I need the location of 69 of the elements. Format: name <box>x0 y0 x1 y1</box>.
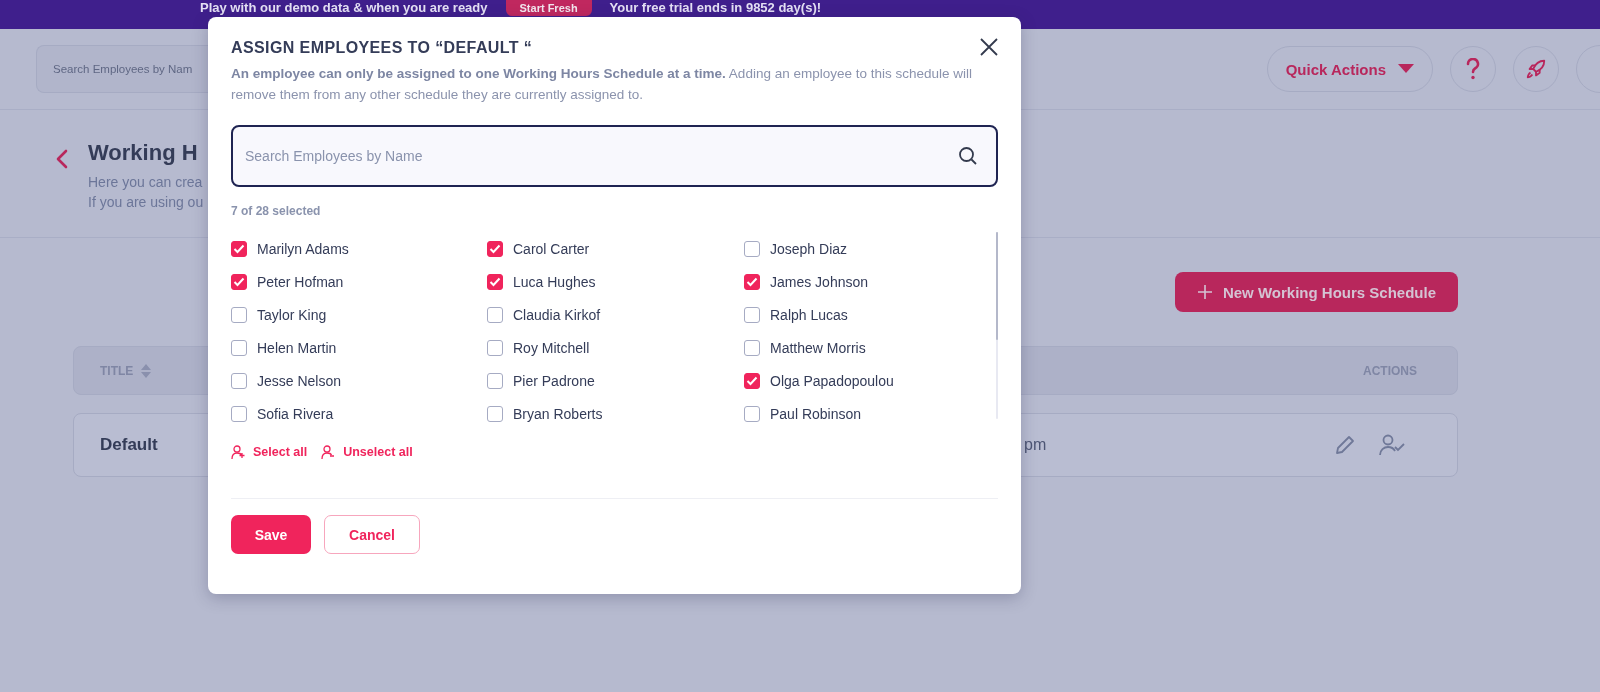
checkbox[interactable] <box>487 306 503 323</box>
employee-name: Jesse Nelson <box>257 372 342 389</box>
rocket-button[interactable] <box>1513 46 1559 92</box>
caret-icon <box>1398 64 1414 74</box>
page-description: Here you can crea <box>88 173 204 192</box>
user-check-icon[interactable] <box>1379 433 1405 457</box>
modal-note: An employee can only be assigned to one Working Hours Schedule at a time. Adding an employee to this schedule will remove them from any other schedule they are currently assigned to. <box>231 65 973 104</box>
employee-name: Roy Mitchell <box>513 339 590 356</box>
close-icon[interactable] <box>980 38 998 56</box>
modal-title: ASSIGN EMPLOYEES TO “DEFAULT “ <box>231 38 533 57</box>
employee-name: Peter Hofman <box>257 273 344 290</box>
banner-text: Play with our demo data & when you are ready <box>200 0 488 16</box>
start-fresh-button[interactable]: Start Fresh <box>505 0 592 16</box>
search-icon <box>958 146 978 166</box>
checkbox[interactable] <box>744 372 760 389</box>
checkbox[interactable] <box>231 240 247 257</box>
checkbox[interactable] <box>231 306 247 323</box>
back-icon[interactable] <box>56 149 68 169</box>
page-description: If you are using ou <box>88 193 204 212</box>
question-mark-icon <box>1466 58 1480 80</box>
checkbox[interactable] <box>487 372 503 389</box>
employee-name: James Johnson <box>770 273 869 290</box>
checkbox[interactable] <box>487 405 503 422</box>
rocket-icon <box>1525 58 1547 80</box>
unselect-all-link[interactable]: Unselect all <box>321 444 413 460</box>
employee-name: Paul Robinson <box>770 405 862 422</box>
table-cell: Default <box>100 435 158 455</box>
selected-count: 7 of 28 selected <box>231 204 322 218</box>
checkbox[interactable] <box>487 273 503 290</box>
employee-name: Carol Carter <box>513 240 590 257</box>
save-button[interactable]: Save <box>231 515 311 554</box>
employee-name: Luca Hughes <box>513 273 596 290</box>
employee-name: Pier Padrone <box>513 372 595 389</box>
help-button[interactable] <box>1450 46 1496 92</box>
page-title: Working H <box>88 140 199 166</box>
employee-name: Bryan Roberts <box>513 405 603 422</box>
checkbox[interactable] <box>231 273 247 290</box>
checkbox[interactable] <box>487 339 503 356</box>
checkbox[interactable] <box>744 405 760 422</box>
employee-name: Olga Papadopoulou <box>770 372 894 389</box>
checkbox[interactable] <box>231 405 247 422</box>
employee-name: Marilyn Adams <box>257 240 349 257</box>
checkbox[interactable] <box>744 240 760 257</box>
employee-name: Joseph Diaz <box>770 240 848 257</box>
trial-text: Your free trial ends in 9852 day(s)! <box>609 0 822 16</box>
checkbox[interactable] <box>231 339 247 356</box>
employee-name: Claudia Kirkof <box>513 306 601 323</box>
cancel-button[interactable]: Cancel <box>324 515 420 554</box>
scrollbar[interactable] <box>996 232 998 419</box>
user-plus-icon <box>231 444 247 460</box>
checkbox[interactable] <box>744 339 760 356</box>
search-field[interactable]: Search Employees by Nam <box>36 45 208 93</box>
employee-name: Ralph Lucas <box>770 306 848 323</box>
select-all-link[interactable]: Select all <box>231 444 308 460</box>
employee-name: Helen Martin <box>257 339 337 356</box>
table-cell: pm <box>1024 436 1047 454</box>
pencil-icon[interactable] <box>1333 433 1357 457</box>
employee-name: Matthew Morris <box>770 339 866 356</box>
search-field[interactable]: Search Employees by Name <box>231 125 998 187</box>
employee-name: Sofia Rivera <box>257 405 334 422</box>
quick-actions-button[interactable]: Quick Actions <box>1266 46 1433 92</box>
checkbox[interactable] <box>744 306 760 323</box>
checkbox[interactable] <box>744 273 760 290</box>
sort-icon <box>141 363 152 378</box>
new-schedule-button[interactable]: New Working Hours Schedule <box>1174 272 1458 312</box>
checkbox[interactable] <box>231 372 247 389</box>
plus-icon <box>1196 284 1213 300</box>
employee-name: Taylor King <box>257 306 327 323</box>
checkbox[interactable] <box>487 240 503 257</box>
